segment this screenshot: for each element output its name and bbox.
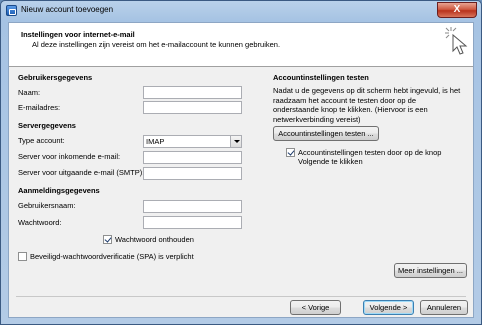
close-button[interactable]: X: [437, 2, 477, 18]
back-button[interactable]: < Vorige: [290, 300, 341, 315]
account-type-select[interactable]: IMAP: [143, 135, 242, 148]
more-settings-button[interactable]: Meer instellingen ...: [394, 263, 467, 278]
remember-password-label: Wachtwoord onthouden: [115, 235, 194, 244]
dialog-client-area: Instellingen voor internet-e-mail Al dez…: [8, 22, 474, 318]
incoming-server-input[interactable]: [143, 151, 242, 164]
window-title: Nieuw account toevoegen: [21, 5, 114, 14]
password-label: Wachtwoord:: [18, 218, 62, 227]
password-input[interactable]: [143, 216, 242, 229]
email-label: E-mailadres:: [18, 103, 61, 112]
header-subtitle: Al deze instellingen zijn vereist om het…: [32, 40, 281, 49]
account-type-value: IMAP: [146, 137, 165, 146]
remember-password-checkbox[interactable]: [103, 235, 112, 244]
click-cursor-icon: [445, 27, 468, 55]
username-input[interactable]: [143, 200, 242, 213]
test-account-button[interactable]: Accountinstellingen testen ...: [273, 126, 379, 141]
test-settings-heading: Accountinstellingen testen: [273, 73, 369, 82]
incoming-server-label: Server voor inkomende e-mail:: [18, 152, 121, 161]
spa-checkbox[interactable]: [18, 252, 27, 261]
header-title: Instellingen voor internet-e-mail: [21, 30, 135, 39]
username-label: Gebruikersnaam:: [18, 201, 76, 210]
account-type-label: Type account:: [18, 136, 65, 145]
name-input[interactable]: [143, 86, 242, 99]
title-bar[interactable]: Nieuw account toevoegen X: [1, 1, 481, 21]
test-settings-description: Nadat u de gegevens op dit scherm hebt i…: [273, 86, 461, 124]
email-input[interactable]: [143, 101, 242, 114]
server-info-heading: Servergegevens: [18, 121, 76, 130]
auto-test-checkbox[interactable]: [286, 148, 295, 157]
spa-label: Beveiligd-wachtwoordverificatie (SPA) is…: [30, 252, 194, 261]
chevron-down-icon[interactable]: [230, 136, 241, 147]
name-label: Naam:: [18, 88, 41, 97]
footer-divider: [16, 296, 466, 297]
mail-app-icon: [6, 5, 17, 16]
wizard-header: Instellingen voor internet-e-mail Al dez…: [9, 23, 473, 67]
outgoing-server-label: Server voor uitgaande e-mail (SMTP):: [18, 168, 145, 177]
outgoing-server-input[interactable]: [143, 167, 242, 180]
user-info-heading: Gebruikersgegevens: [18, 73, 93, 82]
auto-test-label-line2: Volgende te klikken: [298, 157, 363, 166]
cancel-button[interactable]: Annuleren: [420, 300, 468, 315]
dialog-window: Nieuw account toevoegen X Instellingen v…: [0, 0, 482, 325]
next-button[interactable]: Volgende >: [363, 300, 414, 315]
login-info-heading: Aanmeldingsgegevens: [18, 186, 100, 195]
auto-test-label-line1: Accountinstellingen testen door op de kn…: [298, 148, 442, 157]
